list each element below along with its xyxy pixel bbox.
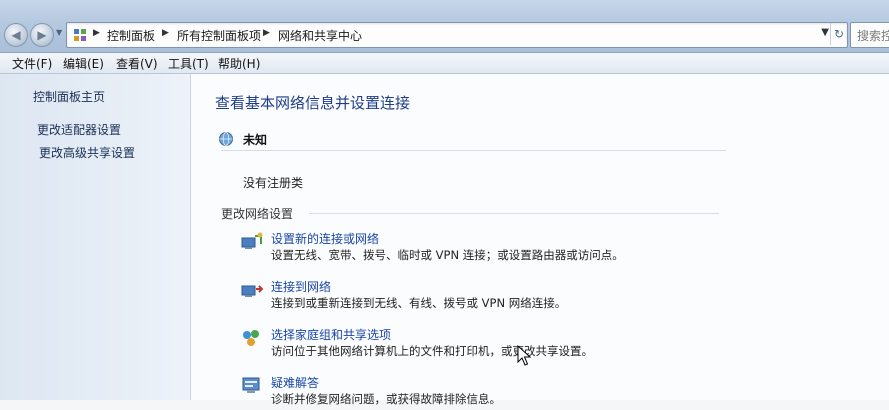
- task-description: 访问位于其他网络计算机上的文件和打印机，或更改共享设置。: [271, 344, 593, 358]
- menu-bar: 文件(F) 编辑(E) 查看(V) 工具(T) 帮助(H): [0, 53, 889, 74]
- connect-network-icon: [241, 285, 263, 297]
- menu-edit[interactable]: 编辑(E): [63, 55, 104, 72]
- address-bar[interactable]: ▶ 控制面板 ▶ 所有控制面板项 ▶ 网络和共享中心 ▼ ↻: [66, 22, 848, 48]
- task-homegroup: 选择家庭组和共享选项 访问位于其他网络计算机上的文件和打印机，或更改共享设置。: [241, 326, 861, 362]
- navigation-pane: 控制面板主页 更改适配器设置 更改高级共享设置: [0, 74, 191, 400]
- breadcrumb-separator-icon[interactable]: ▶: [93, 28, 100, 38]
- task-link[interactable]: 选择家庭组和共享选项: [271, 326, 391, 343]
- task-description: 连接到或重新连接到无线、有线、拨号或 VPN 网络连接。: [271, 296, 567, 310]
- menu-help[interactable]: 帮助(H): [218, 55, 260, 72]
- search-placeholder: 搜索控制面板: [857, 29, 889, 43]
- troubleshoot-icon: [242, 377, 260, 393]
- breadcrumb-separator-icon[interactable]: ▶: [162, 28, 169, 38]
- network-name: 未知: [243, 133, 268, 147]
- task-link[interactable]: 疑难解答: [271, 374, 319, 391]
- breadcrumb-control-panel[interactable]: 控制面板: [107, 27, 155, 44]
- sidebar-advanced-sharing[interactable]: 更改高级共享设置: [39, 144, 135, 161]
- back-button[interactable]: ◀: [4, 23, 28, 47]
- sidebar-adapter-settings[interactable]: 更改适配器设置: [37, 121, 121, 138]
- new-connection-icon: [241, 232, 263, 249]
- task-link[interactable]: 设置新的连接或网络: [271, 230, 379, 247]
- menu-tools[interactable]: 工具(T): [168, 55, 209, 72]
- breadcrumb-network-center[interactable]: 网络和共享中心: [278, 27, 362, 44]
- main-content: 查看基本网络信息并设置连接 未知 没有注册类 更改网络设置 设置新的连接或网络 …: [191, 74, 889, 406]
- mouse-cursor-icon: [517, 345, 531, 366]
- menu-view[interactable]: 查看(V): [116, 55, 158, 72]
- page-title: 查看基本网络信息并设置连接: [215, 94, 411, 112]
- menu-file[interactable]: 文件(F): [12, 55, 52, 72]
- task-new-connection: 设置新的连接或网络 设置无线、宽带、拨号、临时或 VPN 连接；或设置路由器或访…: [241, 230, 861, 266]
- forward-button[interactable]: ▶: [30, 23, 54, 47]
- task-description: 诊断并修复网络问题，或获得故障排除信息。: [271, 392, 501, 406]
- section-header: 更改网络设置: [221, 207, 294, 221]
- breadcrumb-all-items[interactable]: 所有控制面板项: [177, 27, 261, 44]
- task-connect-network: 连接到网络 连接到或重新连接到无线、有线、拨号或 VPN 网络连接。: [241, 278, 861, 314]
- task-link[interactable]: 连接到网络: [271, 278, 331, 295]
- search-input[interactable]: 搜索控制面板: [850, 22, 889, 48]
- window-top-bar: ◀ ▶ ▼ ▶ 控制面板 ▶ 所有控制面板项 ▶ 网络和共享中心 ▼ ↻ 搜索控…: [0, 0, 889, 53]
- no-registration-text: 没有注册类: [243, 176, 304, 190]
- control-panel-icon: [74, 29, 86, 41]
- address-dropdown-icon[interactable]: ▼: [821, 27, 829, 38]
- section-divider: [309, 213, 719, 214]
- network-globe-icon: [219, 132, 233, 146]
- homegroup-icon: [243, 330, 259, 346]
- task-description: 设置无线、宽带、拨号、临时或 VPN 连接；或设置路由器或访问点。: [271, 248, 624, 262]
- breadcrumb-separator-icon[interactable]: ▶: [263, 28, 270, 38]
- divider: [221, 150, 726, 151]
- sidebar-control-panel-home[interactable]: 控制面板主页: [33, 88, 105, 105]
- refresh-button[interactable]: ↻: [830, 23, 847, 45]
- recent-pages-dropdown-icon[interactable]: ▼: [56, 28, 62, 37]
- task-troubleshoot: 疑难解答 诊断并修复网络问题，或获得故障排除信息。: [241, 374, 861, 410]
